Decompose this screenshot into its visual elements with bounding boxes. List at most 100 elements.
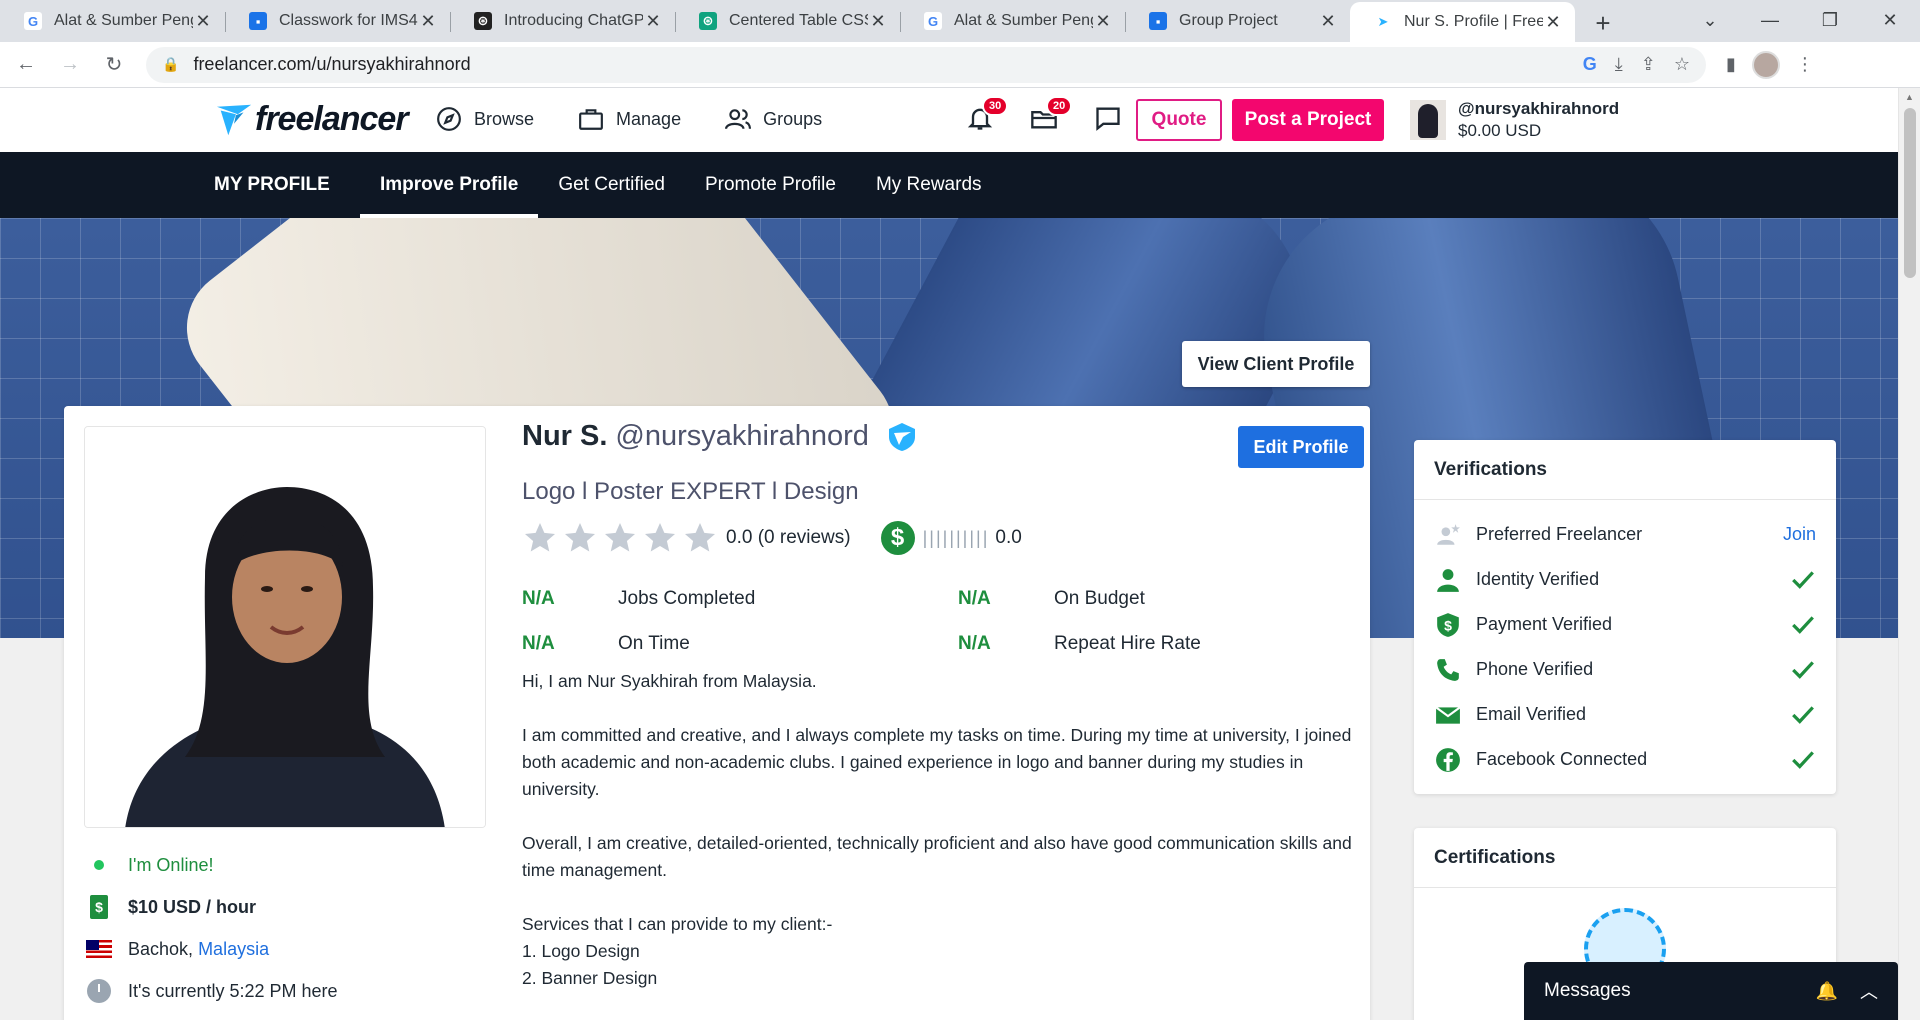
profile-name-row: Nur S. @nursyakhirahnord bbox=[522, 420, 917, 453]
local-time: It's currently 5:22 PM here bbox=[84, 970, 338, 1012]
payment-shield-icon: $ bbox=[1437, 612, 1459, 637]
browser-menu-icon[interactable]: ⋮ bbox=[1796, 54, 1814, 75]
back-icon[interactable]: ← bbox=[8, 47, 44, 83]
nav-groups[interactable]: Groups bbox=[725, 106, 822, 132]
rate-text: $10 USD / hour bbox=[128, 896, 257, 917]
close-icon[interactable]: ✕ bbox=[1093, 11, 1113, 32]
tab-improve-profile[interactable]: Improve Profile bbox=[360, 152, 539, 218]
malaysia-flag-icon bbox=[86, 940, 112, 958]
nav-manage[interactable]: Manage bbox=[578, 106, 681, 132]
verification-payment: $ Payment Verified bbox=[1414, 602, 1836, 647]
hourly-rate: $ $10 USD / hour bbox=[84, 886, 338, 928]
close-icon[interactable]: ✕ bbox=[868, 11, 888, 32]
page-scrollbar[interactable]: ▲ bbox=[1898, 88, 1920, 1020]
user-menu[interactable]: @nursyakhirahnord $0.00 USD bbox=[1410, 98, 1619, 142]
forward-icon[interactable]: → bbox=[52, 47, 88, 83]
close-icon[interactable]: ✕ bbox=[643, 11, 663, 32]
browser-tab[interactable]: ▪ Group Project ✕ bbox=[1125, 2, 1350, 40]
view-client-profile-button[interactable]: View Client Profile bbox=[1182, 341, 1370, 387]
stat-value: N/A bbox=[522, 588, 555, 609]
verifications-title: Verifications bbox=[1414, 440, 1836, 500]
window-close-icon[interactable]: ✕ bbox=[1860, 0, 1920, 40]
browser-tab[interactable]: G Alat & Sumber Pengurusan ✕ bbox=[0, 2, 225, 40]
compass-icon bbox=[437, 107, 461, 131]
clock-icon bbox=[87, 979, 111, 1003]
reload-icon[interactable]: ↻ bbox=[96, 47, 132, 83]
site-header: freelancer Browse Manage Groups 30 20 Qu… bbox=[0, 88, 1898, 152]
email-icon bbox=[1435, 706, 1461, 724]
close-icon[interactable]: ✕ bbox=[418, 11, 438, 32]
messages-button[interactable] bbox=[1094, 104, 1124, 134]
projects-button[interactable]: 20 bbox=[1030, 96, 1073, 134]
checkmark-icon bbox=[1792, 705, 1814, 724]
notifications-button[interactable]: 30 bbox=[966, 96, 1009, 134]
minimize-icon[interactable]: — bbox=[1740, 0, 1800, 40]
chevron-up-icon[interactable]: ︿ bbox=[1860, 978, 1878, 1004]
groups-icon bbox=[725, 109, 752, 130]
profile-subnav: MY PROFILE Improve Profile Get Certified… bbox=[0, 152, 1898, 218]
close-icon[interactable]: ✕ bbox=[1543, 12, 1563, 33]
subnav-title[interactable]: MY PROFILE bbox=[214, 174, 330, 196]
scroll-up-icon[interactable]: ▲ bbox=[1905, 92, 1914, 102]
browser-profile-avatar[interactable] bbox=[1751, 50, 1780, 79]
quote-button[interactable]: Quote bbox=[1136, 99, 1222, 141]
tab-title: Group Project bbox=[1179, 12, 1278, 29]
stat-value: N/A bbox=[958, 633, 991, 654]
url-text: freelancer.com/u/nursyakhirahnord bbox=[193, 54, 471, 74]
avatar bbox=[1410, 100, 1446, 140]
preferred-freelancer-icon bbox=[1437, 523, 1460, 545]
share-icon[interactable]: ⇪ bbox=[1641, 54, 1656, 75]
browser-tab[interactable]: ⊛ Introducing ChatGPT ✕ bbox=[450, 2, 675, 40]
browser-tab[interactable]: G Alat & Sumber Pengurusan ✕ bbox=[900, 2, 1125, 40]
profile-card: I'm Online! $ $10 USD / hour Bachok, Mal… bbox=[64, 406, 1370, 1020]
tab-get-certified[interactable]: Get Certified bbox=[538, 152, 685, 218]
stat-on-time: N/A On Time bbox=[522, 633, 690, 655]
browser-tab[interactable]: ▪ Classwork for IMS456 ✕ bbox=[225, 2, 450, 40]
bookmark-star-icon[interactable]: ☆ bbox=[1674, 54, 1690, 75]
stat-label: On Budget bbox=[1054, 588, 1145, 609]
close-icon[interactable]: ✕ bbox=[1318, 11, 1338, 32]
country-link[interactable]: Malaysia bbox=[198, 939, 269, 960]
browser-tab[interactable]: ⊛ Centered Table CSS. ✕ bbox=[675, 2, 900, 40]
header-icons: 30 20 bbox=[966, 96, 1124, 134]
verified-shield-icon[interactable] bbox=[887, 422, 917, 452]
scrollbar-thumb[interactable] bbox=[1904, 108, 1916, 278]
tab-my-rewards[interactable]: My Rewards bbox=[856, 152, 1002, 218]
about-paragraph: 2. Banner Design bbox=[522, 968, 658, 988]
join-link[interactable]: Join bbox=[1783, 524, 1816, 545]
post-project-button[interactable]: Post a Project bbox=[1232, 99, 1384, 141]
verifications-card: Verifications Preferred Freelancer Join … bbox=[1414, 440, 1836, 794]
lock-icon[interactable]: 🔒 bbox=[162, 56, 179, 73]
logo-wordmark: freelancer bbox=[255, 100, 409, 138]
maximize-icon[interactable]: ❐ bbox=[1800, 0, 1860, 40]
bell-icon[interactable]: 🔔 bbox=[1816, 981, 1838, 1002]
rating-text[interactable]: 0.0 (0 reviews) bbox=[726, 527, 851, 549]
phone-icon bbox=[1437, 658, 1459, 681]
tab-promote-profile[interactable]: Promote Profile bbox=[685, 152, 856, 218]
classroom-icon: ▪ bbox=[1149, 12, 1167, 30]
openai-icon: ⊛ bbox=[474, 12, 492, 30]
star-rating bbox=[522, 520, 718, 556]
freelancer-logo[interactable]: freelancer bbox=[215, 100, 409, 139]
checkmark-icon bbox=[1792, 750, 1814, 769]
money-tag-icon: $ bbox=[90, 895, 108, 919]
install-icon[interactable]: ⤓ bbox=[1615, 54, 1623, 75]
profile-photo[interactable] bbox=[84, 426, 486, 828]
google-translate-icon[interactable]: G bbox=[1583, 54, 1597, 75]
star-icon bbox=[645, 523, 675, 552]
star-icon bbox=[605, 523, 635, 552]
side-panel-icon[interactable]: ▮ bbox=[1726, 54, 1736, 75]
messages-dock[interactable]: Messages 🔔 ︿ bbox=[1524, 962, 1898, 1020]
nav-browse[interactable]: Browse bbox=[436, 106, 534, 132]
close-icon[interactable]: ✕ bbox=[193, 11, 213, 32]
browser-tab-active[interactable]: ➤ Nur S. Profile | Freelancer ✕ bbox=[1350, 2, 1575, 42]
new-tab-button[interactable]: + bbox=[1583, 4, 1623, 42]
url-input[interactable]: 🔒 freelancer.com/u/nursyakhirahnord G ⤓ … bbox=[146, 46, 1706, 83]
verification-label: Phone Verified bbox=[1476, 659, 1594, 679]
stat-label: Jobs Completed bbox=[618, 588, 756, 609]
nav-label: Groups bbox=[763, 108, 823, 129]
tab-search-icon[interactable]: ⌄ bbox=[1680, 0, 1740, 40]
verification-label: Preferred Freelancer bbox=[1476, 524, 1643, 544]
edit-profile-button[interactable]: Edit Profile bbox=[1238, 426, 1364, 468]
browser-tab-strip: G Alat & Sumber Pengurusan ✕ ▪ Classwork… bbox=[0, 0, 1920, 42]
